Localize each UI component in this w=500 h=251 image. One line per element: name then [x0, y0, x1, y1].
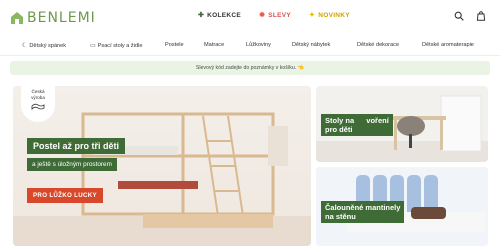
nav-slevy-label: SLEVY: [268, 12, 292, 19]
promo-banner: Slevový kód zadejte do poznámky v košíku…: [10, 61, 490, 75]
cat-label: Matrace: [204, 42, 225, 48]
nav-novinky-label: NOVINKY: [318, 12, 350, 19]
moon-icon: ☾: [22, 43, 28, 49]
search-icon[interactable]: [454, 11, 464, 21]
nav-novinky[interactable]: ✦ NOVINKY: [309, 12, 350, 19]
cat-label: Dětské aromaterapie: [422, 42, 474, 48]
cat-label: Lůžkoviny: [246, 42, 271, 48]
cat-psaci-stoly[interactable]: ▭ Psací stoly a židle: [90, 42, 143, 50]
nav-slevy[interactable]: ✹ SLEVY: [259, 12, 291, 19]
brand-name: BENLEMI: [27, 10, 96, 26]
cat-luzkoviny[interactable]: Lůžkoviny: [246, 42, 271, 48]
card-desks-line2: pro děti: [325, 125, 353, 134]
desk-icon: ▭: [90, 43, 96, 49]
cat-detske-dekorace[interactable]: Dětské dekorace: [357, 42, 399, 48]
top-navigation: ✚ KOLEKCE ✹ SLEVY ✦ NOVINKY: [198, 12, 350, 19]
cat-postele[interactable]: Postele: [165, 42, 184, 48]
house-logo-icon: [11, 12, 23, 24]
header-actions: [454, 11, 486, 21]
hero-title: Postel až pro tři děti: [27, 138, 126, 154]
card-desks-title: Stoly na voření pro děti: [321, 114, 393, 136]
cat-detske-aromaterapie[interactable]: Dětské aromaterapie: [422, 42, 474, 48]
badge-line2: výroba: [31, 94, 45, 100]
cat-detsky-nabytek[interactable]: Dětský nábytek: [292, 42, 330, 48]
cat-label: Dětský nábytek: [292, 42, 331, 48]
czech-flag-icon: [31, 103, 45, 110]
card-desks-line1: Stoly na: [325, 116, 355, 125]
card-panels-line1: Čalouněné mantinely: [325, 203, 401, 212]
plus-icon: ✚: [198, 12, 205, 19]
czech-made-badge: Česká výroba: [21, 86, 55, 122]
nav-kolekce-label: KOLEKCE: [207, 12, 242, 19]
card-panels-line2: na stěnu: [325, 212, 356, 221]
brand-logo[interactable]: BENLEMI: [10, 8, 96, 28]
cart-bag-icon[interactable]: [476, 11, 486, 21]
card-desks-line1b: voření: [366, 116, 389, 125]
hero-subtitle: a ještě s úložným prostorem: [27, 158, 117, 171]
hero-cta-button[interactable]: PRO LŮŽKO LUCKY: [27, 188, 103, 203]
star-icon: ✦: [309, 12, 316, 19]
card-desks[interactable]: Stoly na voření pro děti: [316, 86, 488, 162]
card-wall-panels[interactable]: Čalouněné mantinely na stěnu: [316, 167, 488, 246]
cat-detsky-spanek[interactable]: ☾ Dětský spánek: [22, 42, 67, 50]
promo-text: Slevový kód zadejte do poznámky v košíku…: [195, 65, 305, 71]
nav-kolekce[interactable]: ✚ KOLEKCE: [198, 12, 241, 19]
sale-icon: ✹: [259, 12, 266, 19]
card-wall-panels-title: Čalouněné mantinely na stěnu: [321, 201, 405, 223]
site-header: BENLEMI ✚ KOLEKCE ✹ SLEVY ✦ NOVINKY: [0, 0, 500, 34]
cat-label: Dětské dekorace: [357, 42, 399, 48]
category-navigation: ☾ Dětský spánek ▭ Psací stoly a židle Po…: [0, 34, 500, 56]
cat-matrace[interactable]: Matrace: [204, 42, 224, 48]
cat-label: Psací stoly a židle: [97, 42, 143, 49]
cat-label: Postele: [165, 42, 184, 48]
cat-label: Dětský spánek: [29, 42, 67, 49]
